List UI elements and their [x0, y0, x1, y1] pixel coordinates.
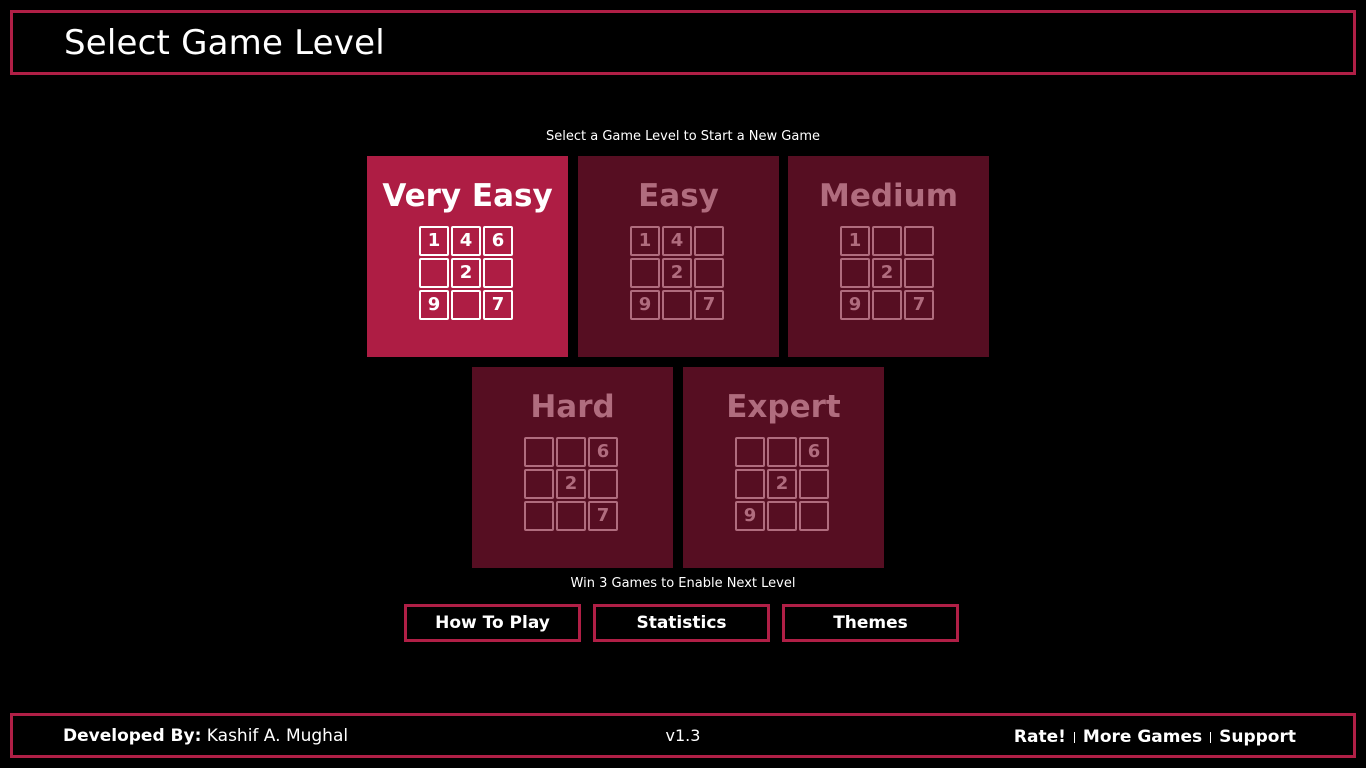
grid-cell: 2: [872, 258, 902, 288]
level-grid-icon: 1429 7: [630, 226, 726, 322]
link-divider: [1073, 731, 1075, 743]
level-tile-medium[interactable]: Medium 129 7: [788, 156, 989, 357]
grid-cell: [524, 437, 554, 467]
grid-cell: [799, 501, 829, 531]
level-tile-easy[interactable]: Easy 1429 7: [578, 156, 779, 357]
grid-cell: 7: [904, 290, 934, 320]
level-grid-icon: 627: [524, 437, 620, 533]
grid-cell: [735, 469, 765, 499]
grid-cell: [904, 226, 934, 256]
level-title: Easy: [638, 178, 719, 214]
grid-cell: 7: [483, 290, 513, 320]
grid-cell: [524, 501, 554, 531]
level-grid-icon: 14629 7: [419, 226, 515, 322]
grid-cell: 4: [662, 226, 692, 256]
header-bar: Select Game Level: [10, 10, 1356, 75]
footer-links: Rate! More Games Support: [1014, 727, 1296, 747]
rate-link[interactable]: Rate!: [1014, 727, 1066, 747]
grid-cell: 6: [588, 437, 618, 467]
level-grid-icon: 629: [735, 437, 831, 533]
grid-cell: 2: [451, 258, 481, 288]
grid-cell: [694, 258, 724, 288]
support-link[interactable]: Support: [1219, 727, 1296, 747]
grid-cell: [799, 469, 829, 499]
unlock-hint: Win 3 Games to Enable Next Level: [570, 576, 796, 591]
grid-cell: [767, 437, 797, 467]
grid-cell: 2: [556, 469, 586, 499]
level-tile-very-easy[interactable]: Very Easy 14629 7: [367, 156, 568, 357]
grid-cell: [419, 258, 449, 288]
grid-cell: 1: [419, 226, 449, 256]
link-divider: [1210, 731, 1212, 743]
level-tile-hard[interactable]: Hard 627: [472, 367, 673, 568]
grid-cell: [735, 437, 765, 467]
grid-cell: [767, 501, 797, 531]
grid-cell: 9: [419, 290, 449, 320]
level-title: Medium: [818, 178, 959, 214]
grid-cell: 2: [767, 469, 797, 499]
grid-cell: [662, 290, 692, 320]
more-games-link[interactable]: More Games: [1083, 727, 1202, 747]
grid-cell: [483, 258, 513, 288]
footer-bar: Developed By: Kashif A. Mughal v1.3 Rate…: [10, 713, 1356, 758]
grid-cell: [904, 258, 934, 288]
grid-cell: 1: [630, 226, 660, 256]
grid-cell: 2: [662, 258, 692, 288]
level-instructions: Select a Game Level to Start a New Game: [546, 129, 820, 144]
grid-cell: [630, 258, 660, 288]
level-grid-icon: 129 7: [840, 226, 936, 322]
grid-cell: [840, 258, 870, 288]
grid-cell: 6: [799, 437, 829, 467]
how-to-play-button[interactable]: How To Play: [404, 604, 581, 642]
page-title: Select Game Level: [64, 23, 385, 63]
level-title: Very Easy: [382, 178, 553, 214]
grid-cell: [556, 437, 586, 467]
grid-cell: 4: [451, 226, 481, 256]
grid-cell: 9: [735, 501, 765, 531]
grid-cell: [872, 226, 902, 256]
level-title: Expert: [726, 389, 841, 425]
grid-cell: [451, 290, 481, 320]
themes-button[interactable]: Themes: [782, 604, 959, 642]
grid-cell: 9: [630, 290, 660, 320]
grid-cell: 6: [483, 226, 513, 256]
grid-cell: [588, 469, 618, 499]
statistics-button[interactable]: Statistics: [593, 604, 770, 642]
grid-cell: 7: [694, 290, 724, 320]
level-title: Hard: [530, 389, 615, 425]
grid-cell: [524, 469, 554, 499]
grid-cell: 1: [840, 226, 870, 256]
grid-cell: [556, 501, 586, 531]
grid-cell: [872, 290, 902, 320]
grid-cell: 9: [840, 290, 870, 320]
grid-cell: [694, 226, 724, 256]
level-tile-expert[interactable]: Expert 629: [683, 367, 884, 568]
grid-cell: 7: [588, 501, 618, 531]
